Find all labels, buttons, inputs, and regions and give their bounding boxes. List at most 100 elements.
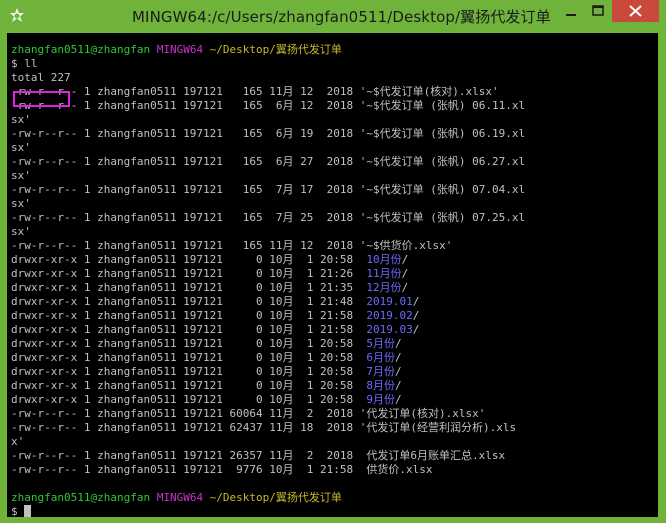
file-entry: sx' xyxy=(11,169,658,183)
maximize-button[interactable] xyxy=(585,0,611,22)
minimize-button[interactable] xyxy=(557,0,585,22)
file-name: '~$供货价.xlsx' xyxy=(359,239,453,252)
file-name: sx' xyxy=(11,225,31,238)
directory-name: 10月份 xyxy=(366,253,402,266)
file-name: '~$代发订单 (张帆) 07.04.xl xyxy=(359,183,526,196)
file-name: 代发订单6月账单汇总.xlsx xyxy=(366,449,506,462)
directory-name: 2019.03 xyxy=(366,323,413,336)
directory-entry: drwxr-xr-x 1 zhangfan0511 197121 0 10月 1… xyxy=(11,337,658,351)
entry-meta: drwxr-xr-x 1 zhangfan0511 197121 0 10月 1… xyxy=(11,337,367,350)
file-entry: -rw-r--r-- 1 zhangfan0511 197121 165 7月 … xyxy=(11,211,658,225)
directory-entry: drwxr-xr-x 1 zhangfan0511 197121 0 10月 1… xyxy=(11,379,658,393)
final-prompt: $ xyxy=(11,505,18,517)
directory-name: 2019.02 xyxy=(366,309,413,322)
entry-meta: drwxr-xr-x 1 zhangfan0511 197121 0 10月 1… xyxy=(11,365,367,378)
directory-name: 6月份 xyxy=(366,351,395,364)
file-entry: -rw-r--r-- 1 zhangfan0511 197121 165 6月 … xyxy=(11,127,658,141)
mingw-icon[interactable] xyxy=(8,7,26,25)
file-name: sx' xyxy=(11,113,31,126)
directory-entry: drwxr-xr-x 1 zhangfan0511 197121 0 10月 1… xyxy=(11,295,658,309)
directory-suffix: / xyxy=(395,393,402,406)
file-name: sx' xyxy=(11,141,31,154)
file-name: '~$代发订单 (张帆) 06.11.xl xyxy=(359,99,526,112)
prompt-line: zhangfan0511@zhangfan MINGW64 ~/Desktop/… xyxy=(11,43,658,57)
directory-entry: drwxr-xr-x 1 zhangfan0511 197121 0 10月 1… xyxy=(11,365,658,379)
prompt-user: zhangfan0511@zhangfan xyxy=(11,491,151,504)
entry-meta: -rw-r--r-- 1 zhangfan0511 197121 62437 1… xyxy=(11,421,360,434)
prompt-path: ~/Desktop/翼扬代发订单 xyxy=(209,491,342,504)
file-entry: -rw-r--r-- 1 zhangfan0511 197121 62437 1… xyxy=(11,421,658,435)
close-button[interactable] xyxy=(612,0,659,22)
file-entry: -rw-r--r-- 1 zhangfan0511 197121 165 6月 … xyxy=(11,155,658,169)
entry-meta: drwxr-xr-x 1 zhangfan0511 197121 0 10月 1… xyxy=(11,253,367,266)
file-entry: -rw-r--r-- 1 zhangfan0511 197121 60064 1… xyxy=(11,407,658,421)
directory-suffix: / xyxy=(395,351,402,364)
title-bar[interactable]: MINGW64:/c/Users/zhangfan0511/Desktop/翼扬… xyxy=(0,0,666,32)
directory-name: 9月份 xyxy=(366,393,395,406)
entry-meta: -rw-r--r-- 1 zhangfan0511 197121 26357 1… xyxy=(11,449,367,462)
entry-meta: -rw-r--r-- 1 zhangfan0511 197121 165 11月… xyxy=(11,239,360,252)
maximize-icon xyxy=(592,5,604,16)
directory-suffix: / xyxy=(395,365,402,378)
prompt-host: MINGW64 xyxy=(156,491,204,504)
directory-name: 5月份 xyxy=(366,337,395,350)
directory-suffix: / xyxy=(412,323,420,336)
file-name: '代发订单(经营利润分析).xls xyxy=(359,421,517,434)
directory-entry: drwxr-xr-x 1 zhangfan0511 197121 0 10月 1… xyxy=(11,253,658,267)
entry-meta: drwxr-xr-x 1 zhangfan0511 197121 0 10月 1… xyxy=(11,379,367,392)
directory-name: 11月份 xyxy=(366,267,402,280)
directory-suffix: / xyxy=(401,253,409,266)
entry-meta: drwxr-xr-x 1 zhangfan0511 197121 0 10月 1… xyxy=(11,309,367,322)
file-entry: -rw-r--r-- 1 zhangfan0511 197121 26357 1… xyxy=(11,449,658,463)
input-line[interactable]: $ xyxy=(11,505,658,517)
file-name: 供货价.xlsx xyxy=(366,463,433,476)
file-entry: sx' xyxy=(11,141,658,155)
directory-name: 7月份 xyxy=(366,365,395,378)
directory-name: 8月份 xyxy=(366,379,395,392)
close-icon xyxy=(629,5,642,17)
cursor xyxy=(24,505,32,517)
entry-meta: -rw-r--r-- 1 zhangfan0511 197121 9776 10… xyxy=(11,463,367,476)
terminal-area[interactable]: zhangfan0511@zhangfan MINGW64 ~/Desktop/… xyxy=(7,33,658,517)
prompt-host: MINGW64 xyxy=(156,43,204,56)
command-highlight-box xyxy=(13,91,70,107)
directory-suffix: / xyxy=(395,337,402,350)
total-line: total 227 xyxy=(11,71,71,84)
file-name: '~$代发订单 (张帆) 06.19.xl xyxy=(359,127,526,140)
entry-meta: drwxr-xr-x 1 zhangfan0511 197121 0 10月 1… xyxy=(11,295,367,308)
directory-suffix: / xyxy=(401,281,409,294)
directory-name: 2019.01 xyxy=(366,295,413,308)
file-name: '代发订单(核对).xlsx' xyxy=(359,407,486,420)
file-name: '~$代发订单 (张帆) 06.27.xl xyxy=(359,155,526,168)
file-entry: sx' xyxy=(11,113,658,127)
file-name: '~$代发订单(核对).xlsx' xyxy=(359,85,499,98)
directory-entry: drwxr-xr-x 1 zhangfan0511 197121 0 10月 1… xyxy=(11,267,658,281)
file-entry: -rw-r--r-- 1 zhangfan0511 197121 165 7月 … xyxy=(11,183,658,197)
directory-suffix: / xyxy=(412,295,420,308)
entry-meta: -rw-r--r-- 1 zhangfan0511 197121 60064 1… xyxy=(11,407,360,420)
entry-meta: -rw-r--r-- 1 zhangfan0511 197121 165 7月 … xyxy=(11,183,360,196)
entry-meta: -rw-r--r-- 1 zhangfan0511 197121 165 6月 … xyxy=(11,155,360,168)
prompt-line: zhangfan0511@zhangfan MINGW64 ~/Desktop/… xyxy=(11,491,658,505)
prompt-path: ~/Desktop/翼扬代发订单 xyxy=(209,43,342,56)
file-entry: -rw-r--r-- 1 zhangfan0511 197121 165 11月… xyxy=(11,239,658,253)
file-name: sx' xyxy=(11,169,31,182)
directory-entry: drwxr-xr-x 1 zhangfan0511 197121 0 10月 1… xyxy=(11,309,658,323)
directory-entry: drwxr-xr-x 1 zhangfan0511 197121 0 10月 1… xyxy=(11,351,658,365)
file-entry: -rw-r--r-- 1 zhangfan0511 197121 165 6月 … xyxy=(11,99,658,113)
file-entry: sx' xyxy=(11,197,658,211)
entry-meta: drwxr-xr-x 1 zhangfan0511 197121 0 10月 1… xyxy=(11,267,367,280)
entry-meta: -rw-r--r-- 1 zhangfan0511 197121 165 6月 … xyxy=(11,127,360,140)
entry-meta: -rw-r--r-- 1 zhangfan0511 197121 165 7月 … xyxy=(11,211,360,224)
file-entry: x' xyxy=(11,435,658,449)
directory-suffix: / xyxy=(401,267,409,280)
command-line: $ ll xyxy=(11,57,38,70)
directory-entry: drwxr-xr-x 1 zhangfan0511 197121 0 10月 1… xyxy=(11,393,658,407)
file-name: '~$代发订单 (张帆) 07.25.xl xyxy=(359,211,526,224)
terminal-output: zhangfan0511@zhangfan MINGW64 ~/Desktop/… xyxy=(11,43,658,517)
entry-meta: drwxr-xr-x 1 zhangfan0511 197121 0 10月 1… xyxy=(11,351,367,364)
entry-meta: drwxr-xr-x 1 zhangfan0511 197121 0 10月 1… xyxy=(11,281,367,294)
directory-entry: drwxr-xr-x 1 zhangfan0511 197121 0 10月 1… xyxy=(11,281,658,295)
directory-suffix: / xyxy=(412,309,420,322)
